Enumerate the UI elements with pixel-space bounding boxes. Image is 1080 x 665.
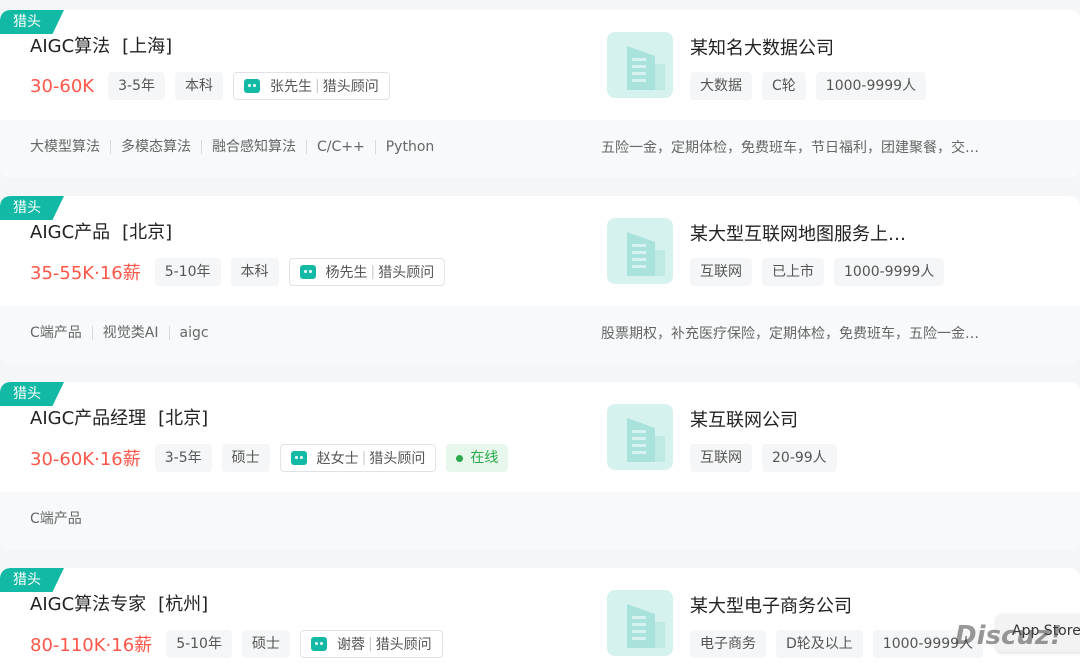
company-logo[interactable] bbox=[607, 32, 673, 98]
company-stage-tag: 已上市 bbox=[762, 258, 824, 286]
job-title-line[interactable]: AIGC算法专家 [杭州] bbox=[30, 590, 208, 616]
education-tag: 硕士 bbox=[221, 444, 270, 472]
company-size-tag: 1000-9999人 bbox=[834, 258, 945, 286]
experience-tag: 3-5年 bbox=[108, 72, 165, 100]
company-stage-tag: D轮及以上 bbox=[776, 630, 863, 658]
recruiter-chat-button[interactable]: 谢蓉 | 猎头顾问 bbox=[299, 630, 443, 658]
job-city: [北京] bbox=[158, 408, 209, 429]
chat-icon bbox=[299, 265, 316, 279]
headhunter-badge: 猎头 bbox=[0, 568, 64, 592]
building-icon bbox=[627, 604, 665, 648]
company-industry-tag: 互联网 bbox=[690, 258, 752, 286]
building-icon bbox=[627, 232, 665, 276]
company-industry-tag: 大数据 bbox=[690, 72, 752, 100]
recruiter-chat-button[interactable]: 赵女士 | 猎头顾问 bbox=[279, 444, 437, 472]
job-title-line[interactable]: AIGC算法 [上海] bbox=[30, 32, 172, 58]
company-logo[interactable] bbox=[607, 590, 673, 656]
recruiter-name: 张先生 bbox=[269, 79, 312, 95]
headhunter-badge: 猎头 bbox=[0, 196, 64, 220]
skill-tag: Python bbox=[374, 140, 445, 154]
company-stage-tag: C轮 bbox=[762, 72, 806, 100]
chat-icon bbox=[310, 637, 327, 651]
job-title[interactable]: AIGC产品 bbox=[30, 222, 110, 243]
online-dot-icon bbox=[456, 454, 464, 462]
job-title[interactable]: AIGC算法 bbox=[30, 36, 110, 57]
discuz-watermark: Discuz! bbox=[955, 621, 1062, 651]
skill-tag: C/C++ bbox=[306, 140, 375, 154]
company-size-tag: 1000-9999人 bbox=[815, 72, 927, 100]
job-city: [北京] bbox=[122, 222, 173, 243]
skill-tag: 视觉类AI bbox=[91, 326, 169, 340]
skill-tags: 大模型算法 多模态算法 融合感知算法 C/C++ Python bbox=[30, 140, 444, 154]
company-logo[interactable] bbox=[607, 218, 673, 284]
card-footer: C端产品 视觉类AI aigc 股票期权，补充医疗保险，定期体检，免费班车，五险… bbox=[0, 306, 1080, 364]
recruiter-chat-button[interactable]: 杨先生 | 猎头顾问 bbox=[288, 258, 446, 286]
skill-tag: C端产品 bbox=[30, 511, 82, 527]
recruiter-chat-button[interactable]: 张先生 | 猎头顾问 bbox=[232, 72, 390, 100]
benefits: 股票期权，补充医疗保险，定期体检，免费班车，五险一金… bbox=[601, 326, 979, 342]
job-title[interactable]: AIGC算法专家 bbox=[30, 594, 146, 615]
experience-tag: 5-10年 bbox=[154, 258, 221, 286]
recruiter-name: 谢蓉 bbox=[336, 637, 365, 653]
building-icon bbox=[627, 418, 665, 462]
skill-tag: aigc bbox=[168, 326, 219, 340]
headhunter-badge: 猎头 bbox=[0, 10, 64, 34]
job-card[interactable]: 猎头 AIGC算法专家 [杭州] 80-110K·16薪 5-10年 硕士 谢蓉 |… bbox=[0, 568, 1080, 665]
company-name[interactable]: 某知名大数据公司 bbox=[690, 34, 834, 60]
job-title[interactable]: AIGC产品经理 bbox=[30, 408, 146, 429]
online-label: 在线 bbox=[470, 450, 499, 466]
company-size-tag: 20-99人 bbox=[762, 444, 837, 472]
recruiter-name: 赵女士 bbox=[316, 451, 359, 467]
chat-icon bbox=[243, 79, 260, 93]
company-name[interactable]: 某互联网公司 bbox=[690, 406, 798, 432]
job-title-line[interactable]: AIGC产品 [北京] bbox=[30, 218, 172, 244]
card-footer: 大模型算法 多模态算法 融合感知算法 C/C++ Python 五险一金，定期体… bbox=[0, 120, 1080, 178]
recruiter-role: 猎头顾问 bbox=[378, 265, 435, 281]
job-card[interactable]: 猎头 AIGC算法 [上海] 30-60K 3-5年 本科 张先生 | 猎头顾问 某知… bbox=[0, 10, 1080, 178]
salary: 30-60K bbox=[30, 75, 95, 97]
job-card[interactable]: 猎头 AIGC产品经理 [北京] 30-60K·16薪 3-5年 硕士 赵女士 | 猎… bbox=[0, 382, 1080, 550]
recruiter-role: 猎头顾问 bbox=[322, 79, 379, 95]
skill-tags: C端产品 bbox=[30, 512, 92, 526]
skill-tag: 融合感知算法 bbox=[201, 140, 306, 154]
card-footer: C端产品 bbox=[0, 492, 1080, 550]
job-title-line[interactable]: AIGC产品经理 [北京] bbox=[30, 404, 208, 430]
skill-tag: 大模型算法 bbox=[30, 139, 100, 155]
company-name[interactable]: 某大型电子商务公司 bbox=[690, 592, 852, 618]
recruiter-name: 杨先生 bbox=[325, 265, 368, 281]
salary: 35-55K·16薪 bbox=[30, 263, 141, 284]
experience-tag: 5-10年 bbox=[166, 630, 232, 658]
job-city: [上海] bbox=[122, 36, 173, 57]
company-logo[interactable] bbox=[607, 404, 673, 470]
chat-icon bbox=[290, 451, 307, 465]
benefits: 五险一金，定期体检，免费班车，节日福利，团建聚餐，交… bbox=[601, 140, 979, 156]
salary: 80-110K·16薪 bbox=[30, 635, 153, 656]
online-status-badge: 在线 bbox=[446, 444, 509, 472]
salary: 30-60K·16薪 bbox=[30, 449, 141, 470]
company-industry-tag: 互联网 bbox=[690, 444, 752, 472]
building-icon bbox=[627, 46, 665, 90]
education-tag: 本科 bbox=[174, 72, 223, 100]
skill-tags: C端产品 视觉类AI aigc bbox=[30, 326, 219, 340]
headhunter-badge: 猎头 bbox=[0, 382, 64, 406]
skill-tag: 多模态算法 bbox=[110, 140, 201, 154]
company-industry-tag: 电子商务 bbox=[690, 630, 766, 658]
recruiter-role: 猎头顾问 bbox=[369, 451, 426, 467]
recruiter-role: 猎头顾问 bbox=[375, 637, 432, 653]
skill-tag: C端产品 bbox=[30, 325, 82, 341]
education-tag: 本科 bbox=[230, 258, 279, 286]
experience-tag: 3-5年 bbox=[154, 444, 212, 472]
company-name[interactable]: 某大型互联网地图服务上… bbox=[690, 220, 906, 246]
job-city: [杭州] bbox=[158, 594, 209, 615]
job-card[interactable]: 猎头 AIGC产品 [北京] 35-55K·16薪 5-10年 本科 杨先生 | 猎头… bbox=[0, 196, 1080, 364]
education-tag: 硕士 bbox=[241, 630, 290, 658]
